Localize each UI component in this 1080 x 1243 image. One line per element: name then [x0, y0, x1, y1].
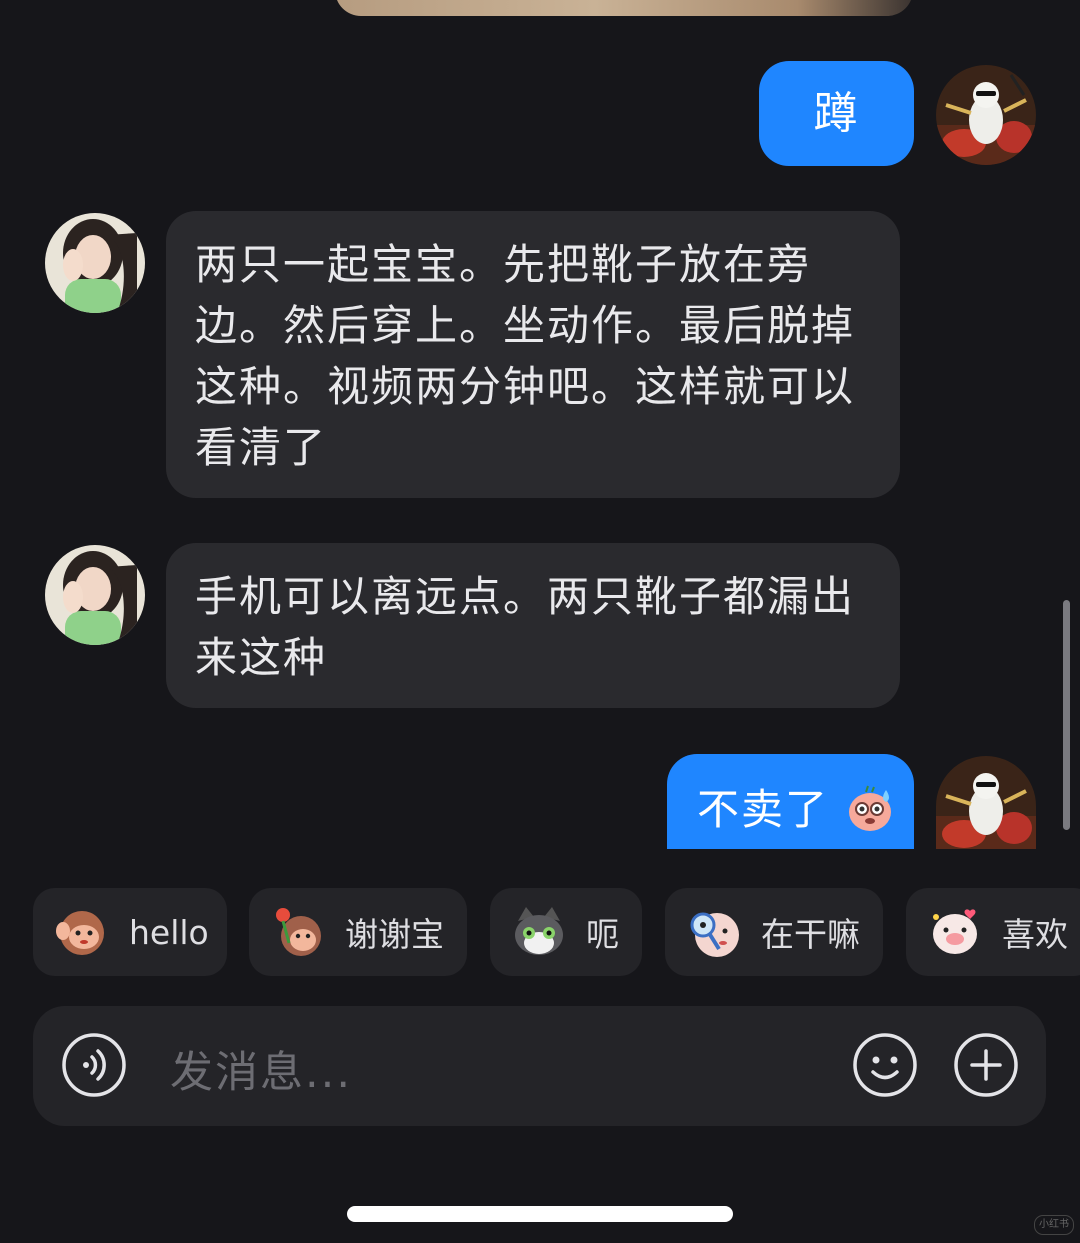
quick-reply-label: 在干嘛	[761, 915, 860, 954]
quick-reply-like[interactable]: 喜欢	[906, 888, 1080, 976]
cat-face-icon	[510, 903, 568, 961]
chat-screen: 蹲 两只一起宝宝。先把靴子放在旁 边。然后穿上。坐动作。最后脱掉 这种。视频两分…	[0, 0, 1080, 1243]
message-composer: 发消息...	[33, 1006, 1046, 1126]
quick-reply-hello[interactable]: hello	[33, 888, 227, 976]
quick-reply-label: hello	[129, 912, 209, 952]
monkey-wave-icon	[53, 903, 111, 961]
quick-reply-thanks[interactable]: 谢谢宝	[249, 888, 467, 976]
message-text: 蹲	[813, 88, 860, 139]
my-avatar[interactable]	[936, 756, 1036, 849]
message-input[interactable]: 发消息...	[170, 1038, 352, 1100]
message-line: 看清了	[195, 423, 328, 472]
quick-reply-label: 谢谢宝	[345, 915, 444, 954]
voice-icon	[62, 1033, 126, 1097]
voice-input-button[interactable]	[61, 1032, 127, 1098]
message-line: 两只一起宝宝。先把靴子放在旁	[195, 240, 812, 289]
contact-avatar[interactable]	[45, 213, 145, 313]
message-line: 边。然后穿上。坐动作。最后脱掉	[195, 301, 856, 350]
scrollbar[interactable]	[1063, 600, 1070, 830]
message-line: 这种。视频两分钟吧。这样就可以	[195, 362, 856, 411]
outgoing-message-bubble[interactable]: 蹲	[759, 61, 914, 166]
magnifier-peek-icon	[685, 903, 743, 961]
monkey-flower-icon	[269, 903, 327, 961]
sweating-face-emoji-icon	[846, 782, 894, 834]
quick-reply-uh[interactable]: 呃	[490, 888, 642, 976]
home-indicator[interactable]	[347, 1206, 733, 1222]
shared-image-partial[interactable]	[335, 0, 913, 16]
more-actions-button[interactable]	[953, 1032, 1019, 1098]
incoming-message-bubble[interactable]: 手机可以离远点。两只靴子都漏出 来这种	[166, 543, 900, 708]
message-text: 不卖了	[697, 785, 830, 834]
message-line: 来这种	[195, 633, 328, 682]
quick-reply-label: 喜欢	[1002, 915, 1068, 954]
message-line: 手机可以离远点。两只靴子都漏出	[195, 572, 856, 621]
emoji-icon	[853, 1033, 917, 1097]
quick-reply-label: 呃	[586, 915, 619, 954]
outgoing-message-bubble[interactable]: 不卖了	[667, 754, 914, 849]
plus-icon	[954, 1033, 1018, 1097]
watermark: 小红书	[1034, 1215, 1074, 1235]
my-avatar[interactable]	[936, 65, 1036, 165]
quick-reply-whatcha-doing[interactable]: 在干嘛	[665, 888, 883, 976]
contact-avatar[interactable]	[45, 545, 145, 645]
incoming-message-bubble[interactable]: 两只一起宝宝。先把靴子放在旁 边。然后穿上。坐动作。最后脱掉 这种。视频两分钟吧…	[166, 211, 900, 498]
emoji-button[interactable]	[852, 1032, 918, 1098]
pig-love-icon	[926, 903, 984, 961]
